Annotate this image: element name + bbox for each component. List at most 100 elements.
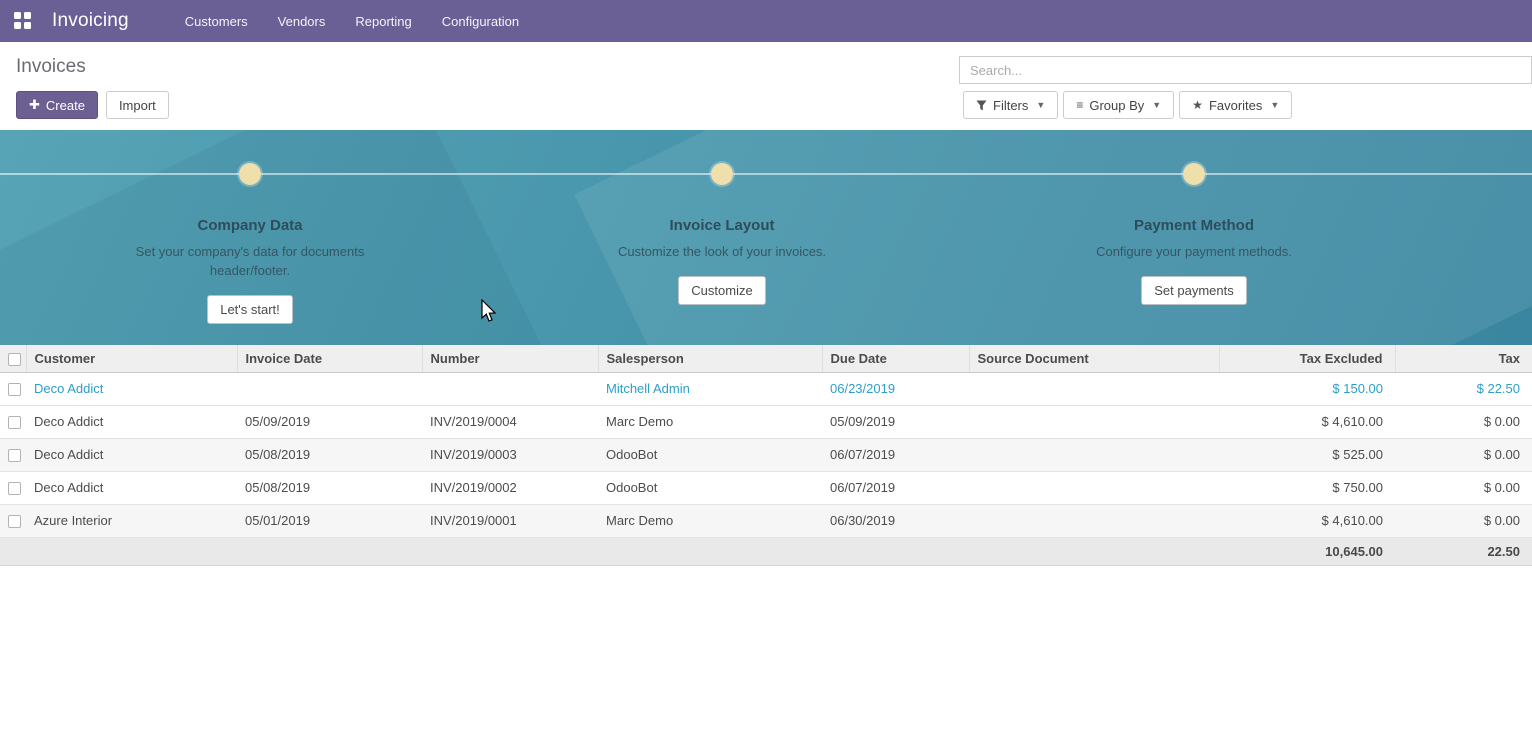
row-checkbox[interactable] [8,515,21,528]
cell-customer: Deco Addict [26,438,237,471]
nav-item-vendors[interactable]: Vendors [278,14,326,29]
breadcrumb: Invoices [16,56,86,78]
step-invoice-layout: Invoice Layout Customize the look of you… [486,130,958,324]
apps-grid-icon[interactable] [14,12,32,30]
header-tax[interactable]: Tax [1395,345,1532,372]
lets-start-button[interactable]: Let's start! [207,295,293,324]
cell-customer: Deco Addict [26,471,237,504]
star-icon: ★ [1192,98,1203,112]
onboarding-banner: Company Data Set your company's data for… [0,130,1532,345]
cell-source-document [969,504,1219,537]
cell-number [422,372,598,405]
invoice-row[interactable]: Azure Interior 05/01/2019 INV/2019/0001 … [0,504,1532,537]
step-dot-icon [711,163,733,185]
select-all-header[interactable] [0,345,26,372]
step-description: Configure your payment methods. [1079,243,1309,262]
step-dot-icon [239,163,261,185]
search-input[interactable] [959,56,1532,84]
chevron-down-icon: ▼ [1152,100,1161,110]
search-option-buttons: Filters ▼ ≡ Group By ▼ ★ Favorites ▼ [963,91,1292,119]
cell-due-date: 05/09/2019 [822,405,969,438]
nav-item-configuration[interactable]: Configuration [442,14,519,29]
filter-funnel-icon [976,100,987,111]
cell-salesperson: Marc Demo [598,504,822,537]
cell-tax: $ 0.00 [1395,471,1532,504]
invoice-row[interactable]: Deco Addict 05/09/2019 INV/2019/0004 Mar… [0,405,1532,438]
set-payments-button[interactable]: Set payments [1141,276,1247,305]
cell-tax-excluded: $ 4,610.00 [1219,405,1395,438]
header-salesperson[interactable]: Salesperson [598,345,822,372]
header-invoice-date[interactable]: Invoice Date [237,345,422,372]
table-footer-row: 10,645.00 22.50 [0,537,1532,565]
step-description: Customize the look of your invoices. [607,243,837,262]
step-company-data: Company Data Set your company's data for… [14,130,486,324]
footer-tax-total: 22.50 [1395,537,1532,565]
favorites-button[interactable]: ★ Favorites ▼ [1179,91,1292,119]
row-checkbox[interactable] [8,416,21,429]
cell-invoice-date: 05/08/2019 [237,471,422,504]
cell-customer: Deco Addict [26,405,237,438]
nav-item-reporting[interactable]: Reporting [355,14,411,29]
cell-source-document [969,372,1219,405]
create-button[interactable]: ✚ Create [16,91,98,119]
chevron-down-icon: ▼ [1036,100,1045,110]
cell-invoice-date [237,372,422,405]
app-title[interactable]: Invoicing [52,10,129,32]
row-checkbox[interactable] [8,383,21,396]
cell-tax: $ 0.00 [1395,504,1532,537]
table-header-row: Customer Invoice Date Number Salesperson… [0,345,1532,372]
invoice-row[interactable]: Deco Addict Mitchell Admin 06/23/2019 $ … [0,372,1532,405]
action-buttons: ✚ Create Import [16,91,169,119]
cell-source-document [969,438,1219,471]
select-all-checkbox[interactable] [8,353,21,366]
plus-icon: ✚ [29,97,40,113]
cell-tax: $ 22.50 [1395,372,1532,405]
cell-customer: Deco Addict [26,372,237,405]
invoice-row[interactable]: Deco Addict 05/08/2019 INV/2019/0003 Odo… [0,438,1532,471]
step-title: Company Data [14,217,486,234]
step-title: Payment Method [958,217,1430,234]
cell-number: INV/2019/0004 [422,405,598,438]
cell-salesperson: OdooBot [598,438,822,471]
group-by-list-icon: ≡ [1076,98,1083,112]
group-by-button[interactable]: ≡ Group By ▼ [1063,91,1174,119]
control-panel: Invoices ✚ Create Import Filters ▼ ≡ Gro… [0,42,1532,130]
step-payment-method: Payment Method Configure your payment me… [958,130,1430,324]
cell-tax: $ 0.00 [1395,405,1532,438]
step-dot-icon [1183,163,1205,185]
header-source-document[interactable]: Source Document [969,345,1219,372]
cell-number: INV/2019/0002 [422,471,598,504]
header-tax-excluded[interactable]: Tax Excluded [1219,345,1395,372]
header-due-date[interactable]: Due Date [822,345,969,372]
nav-item-customers[interactable]: Customers [185,14,248,29]
cell-number: INV/2019/0003 [422,438,598,471]
cell-number: INV/2019/0001 [422,504,598,537]
cell-tax-excluded: $ 4,610.00 [1219,504,1395,537]
cell-salesperson: Mitchell Admin [598,372,822,405]
footer-tax-excluded-total: 10,645.00 [1219,537,1395,565]
cell-tax-excluded: $ 525.00 [1219,438,1395,471]
chevron-down-icon: ▼ [1270,100,1279,110]
invoicing-page: Invoicing Customers Vendors Reporting Co… [0,0,1532,753]
row-checkbox[interactable] [8,449,21,462]
cell-salesperson: OdooBot [598,471,822,504]
cell-due-date: 06/07/2019 [822,438,969,471]
cell-invoice-date: 05/08/2019 [237,438,422,471]
row-checkbox[interactable] [8,482,21,495]
cell-source-document [969,471,1219,504]
filters-button[interactable]: Filters ▼ [963,91,1058,119]
customize-button[interactable]: Customize [678,276,765,305]
import-button[interactable]: Import [106,91,169,119]
step-title: Invoice Layout [486,217,958,234]
nav-menu: Customers Vendors Reporting Configuratio… [185,14,519,29]
cell-invoice-date: 05/09/2019 [237,405,422,438]
invoice-row[interactable]: Deco Addict 05/08/2019 INV/2019/0002 Odo… [0,471,1532,504]
step-description: Set your company's data for documents he… [135,243,365,281]
cell-invoice-date: 05/01/2019 [237,504,422,537]
cell-tax: $ 0.00 [1395,438,1532,471]
cell-due-date: 06/30/2019 [822,504,969,537]
header-customer[interactable]: Customer [26,345,237,372]
cell-due-date: 06/23/2019 [822,372,969,405]
header-number[interactable]: Number [422,345,598,372]
cell-salesperson: Marc Demo [598,405,822,438]
